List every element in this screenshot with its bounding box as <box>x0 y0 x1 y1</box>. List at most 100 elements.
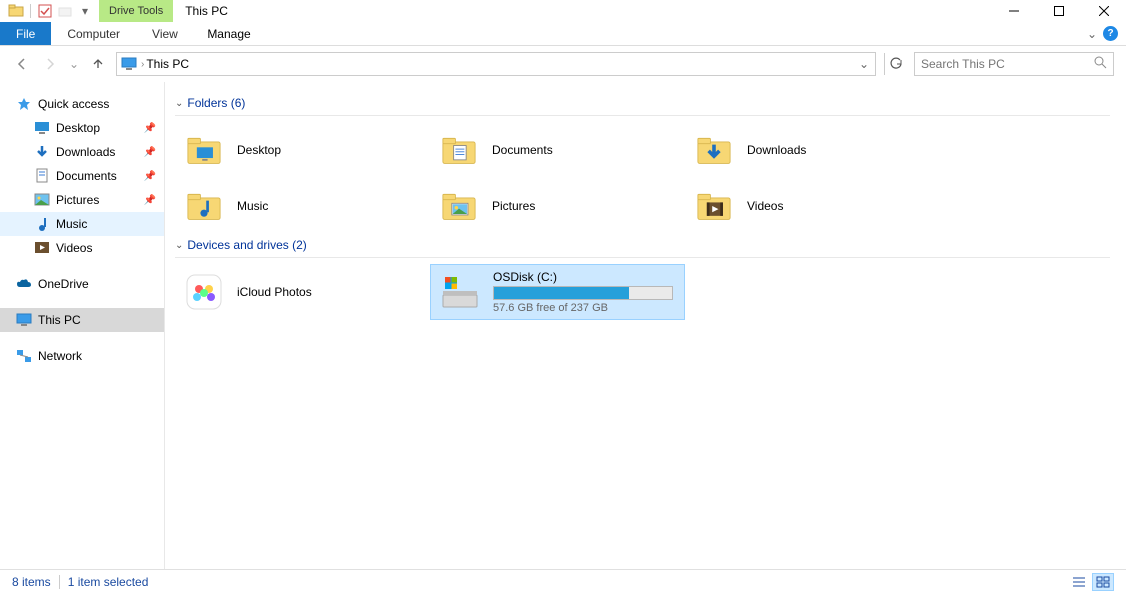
qat-divider <box>30 4 31 18</box>
address-dropdown-icon[interactable]: ⌄ <box>859 57 869 71</box>
tree-item-music[interactable]: Music <box>0 212 164 236</box>
osdisk-icon <box>439 271 481 313</box>
item-label: Music <box>237 199 268 213</box>
minimize-button[interactable] <box>991 0 1036 22</box>
item-label: Videos <box>747 199 783 213</box>
nav-recent-dropdown[interactable]: ⌄ <box>68 54 80 74</box>
pin-icon: 📌 <box>144 195 156 206</box>
tree-label: Desktop <box>56 121 100 135</box>
tree-item-downloads[interactable]: Downloads 📌 <box>0 140 164 164</box>
desktop-icon <box>34 120 50 136</box>
group-folders-header[interactable]: ⌄ Folders (6) <box>175 92 1126 114</box>
thispc-icon <box>16 312 32 328</box>
pin-icon: 📌 <box>144 147 156 158</box>
nav-up-button[interactable] <box>88 54 108 74</box>
nav-forward-button <box>40 54 60 74</box>
search-box[interactable] <box>914 52 1114 76</box>
divider <box>175 257 1110 258</box>
group-drives-header[interactable]: ⌄ Devices and drives (2) <box>175 234 1126 256</box>
ribbon-context-label: Drive Tools <box>99 0 173 22</box>
drive-free-text: 57.6 GB free of 237 GB <box>493 302 673 314</box>
ribbon-file-tab[interactable]: File <box>0 22 51 45</box>
folder-item-downloads[interactable]: Downloads <box>685 122 940 178</box>
item-label: iCloud Photos <box>237 285 312 299</box>
desktop-folder-icon <box>183 129 225 171</box>
ribbon-tab-computer[interactable]: Computer <box>51 22 136 45</box>
address-bar[interactable]: › This PC ⌄ <box>116 52 876 76</box>
group-label: Folders (6) <box>187 96 245 110</box>
view-details-button[interactable] <box>1068 573 1090 591</box>
qat-dropdown-icon[interactable]: ▾ <box>77 3 93 19</box>
videos-icon <box>34 240 50 256</box>
status-item-count: 8 items <box>12 575 51 589</box>
view-tiles-button[interactable] <box>1092 573 1114 591</box>
thispc-icon <box>119 57 139 71</box>
folder-item-pictures[interactable]: Pictures <box>430 178 685 234</box>
downloads-icon <box>34 144 50 160</box>
tree-label: Pictures <box>56 193 99 207</box>
tree-quick-access[interactable]: Quick access <box>0 92 164 116</box>
videos-folder-icon <box>693 185 735 227</box>
search-icon[interactable] <box>1094 56 1107 72</box>
icloud-icon <box>183 271 225 313</box>
music-folder-icon <box>183 185 225 227</box>
tree-item-pictures[interactable]: Pictures 📌 <box>0 188 164 212</box>
documents-folder-icon <box>438 129 480 171</box>
tree-label: Videos <box>56 241 92 255</box>
nav-tree: Quick access Desktop📌Downloads📌Documents… <box>0 82 165 569</box>
window-title: This PC <box>185 4 228 18</box>
pin-icon: 📌 <box>144 171 156 182</box>
search-input[interactable] <box>921 57 1094 71</box>
item-label: Downloads <box>747 143 806 157</box>
pictures-folder-icon <box>438 185 480 227</box>
tree-network[interactable]: Network <box>0 344 164 368</box>
close-button[interactable] <box>1081 0 1126 22</box>
content-pane: ⌄ Folders (6) Desktop Documents Downloads M… <box>165 82 1126 569</box>
explorer-app-icon <box>8 3 24 19</box>
ribbon-expand-icon[interactable]: ⌄ <box>1087 27 1097 41</box>
network-icon <box>16 348 32 364</box>
tree-item-documents[interactable]: Documents 📌 <box>0 164 164 188</box>
ribbon-context-tab[interactable]: Manage <box>196 22 262 46</box>
tree-label: This PC <box>38 313 81 327</box>
item-label: Pictures <box>492 199 535 213</box>
group-label: Devices and drives (2) <box>187 238 306 252</box>
tree-label: Network <box>38 349 82 363</box>
tree-label: Music <box>56 217 87 231</box>
folder-item-documents[interactable]: Documents <box>430 122 685 178</box>
music-icon <box>34 216 50 232</box>
pictures-icon <box>34 192 50 208</box>
quick-access-star-icon <box>16 96 32 112</box>
breadcrumb-sep[interactable]: › <box>139 59 146 70</box>
breadcrumb-location[interactable]: This PC <box>146 57 189 71</box>
chevron-down-icon: ⌄ <box>175 240 183 251</box>
tree-label: Quick access <box>38 97 109 111</box>
tree-this-pc[interactable]: This PC <box>0 308 164 332</box>
ribbon-tab-view[interactable]: View <box>136 22 194 45</box>
folder-item-videos[interactable]: Videos <box>685 178 940 234</box>
nav-back-button[interactable] <box>12 54 32 74</box>
folder-item-desktop[interactable]: Desktop <box>175 122 430 178</box>
help-icon[interactable]: ? <box>1103 26 1118 41</box>
divider <box>175 115 1110 116</box>
qat-newfolder-icon[interactable] <box>57 3 73 19</box>
status-selection: 1 item selected <box>68 575 149 589</box>
maximize-button[interactable] <box>1036 0 1081 22</box>
drive-usage-bar <box>493 286 673 300</box>
tree-onedrive[interactable]: OneDrive <box>0 272 164 296</box>
tree-item-desktop[interactable]: Desktop 📌 <box>0 116 164 140</box>
tree-label: Downloads <box>56 145 115 159</box>
item-label: Desktop <box>237 143 281 157</box>
folder-item-music[interactable]: Music <box>175 178 430 234</box>
drive-item-icloud-photos[interactable]: iCloud Photos <box>175 264 430 320</box>
documents-icon <box>34 168 50 184</box>
refresh-button[interactable] <box>884 53 906 75</box>
tree-label: Documents <box>56 169 117 183</box>
downloads-folder-icon <box>693 129 735 171</box>
item-label: OSDisk (C:) <box>493 270 673 284</box>
drive-item-osdisk-c-[interactable]: OSDisk (C:) 57.6 GB free of 237 GB <box>430 264 685 320</box>
qat-properties-icon[interactable] <box>37 3 53 19</box>
item-label: Documents <box>492 143 553 157</box>
pin-icon: 📌 <box>144 123 156 134</box>
tree-item-videos[interactable]: Videos <box>0 236 164 260</box>
